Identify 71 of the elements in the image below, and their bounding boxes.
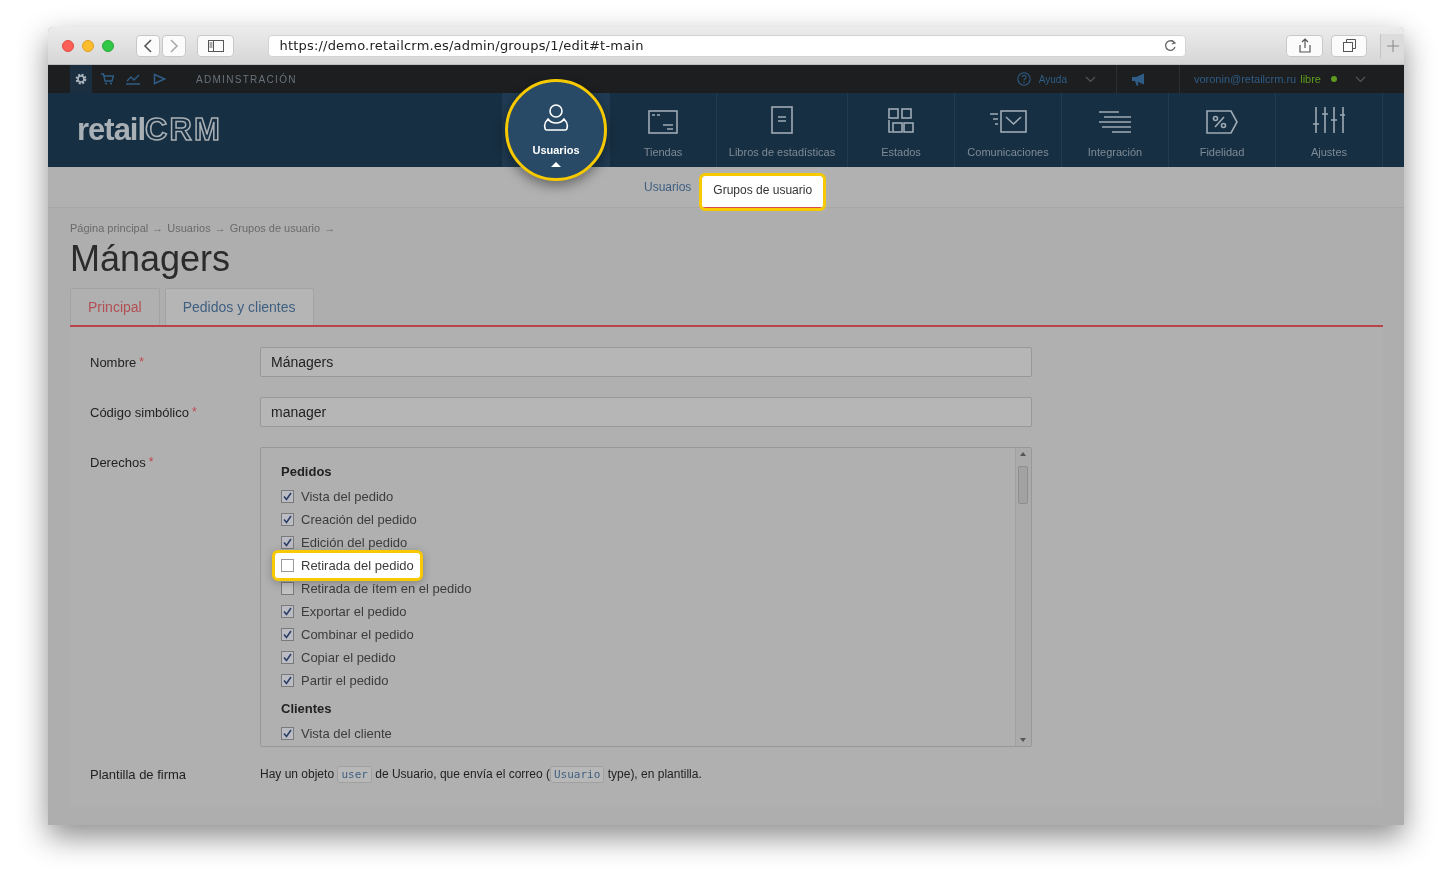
required-mark: * xyxy=(139,355,144,369)
highlighted-option[interactable]: Retirada del pedido xyxy=(272,550,423,581)
discount-tag-icon xyxy=(1206,110,1238,134)
envelope-icon xyxy=(989,110,1027,134)
settings-icon[interactable] xyxy=(70,65,92,93)
checkbox-option[interactable]: Vista del cliente xyxy=(281,722,392,745)
lines-icon xyxy=(1098,110,1132,134)
breadcrumb-separator: → xyxy=(214,222,226,234)
help-icon[interactable] xyxy=(1016,72,1031,86)
tab[interactable]: Pedidos y clientes xyxy=(164,288,314,325)
address-bar[interactable]: https://demo.retailcrm.es/admin/groups/1/edit#t-main xyxy=(268,34,1187,57)
sidebar-icon xyxy=(207,39,224,52)
plan-label: libre xyxy=(1300,73,1321,85)
chevron-down-icon[interactable] xyxy=(1355,75,1366,83)
field-label: Nombre xyxy=(90,355,137,370)
checkbox-option[interactable]: Creación del pedido xyxy=(281,508,417,531)
tabs-icon xyxy=(1342,39,1356,52)
input-field[interactable]: manager xyxy=(260,397,1032,427)
share-icon xyxy=(1298,38,1311,53)
scrollbar[interactable] xyxy=(1015,448,1031,746)
new-tab-button[interactable] xyxy=(1380,33,1404,58)
checkbox-option[interactable]: Combinar el pedido xyxy=(281,623,414,646)
chevron-left-icon xyxy=(143,38,153,53)
checkbox[interactable] xyxy=(281,628,294,641)
chevron-right-icon xyxy=(169,38,179,53)
field-label: Derechos xyxy=(90,455,146,470)
checkbox[interactable] xyxy=(281,727,294,740)
chevron-down-icon[interactable] xyxy=(1084,75,1096,83)
help-text: Hay un objeto user de Usuario, que envía el correo ( Usuario type), en plantilla. xyxy=(260,767,702,782)
page-title: Mánagers xyxy=(70,238,232,281)
breadcrumb-separator: → xyxy=(324,222,336,234)
section-title: ADMINSTRACIÓN xyxy=(196,73,297,85)
checkbox-option[interactable]: Copiar el pedido xyxy=(281,646,396,669)
megaphone-icon[interactable] xyxy=(1130,72,1147,86)
close-button[interactable] xyxy=(62,39,74,52)
minimize-button[interactable] xyxy=(82,39,94,52)
checkbox[interactable] xyxy=(281,490,294,503)
checkbox[interactable] xyxy=(281,674,294,687)
grid-icon xyxy=(888,108,914,134)
group-heading: Pedidos xyxy=(281,464,333,481)
checkbox[interactable] xyxy=(281,582,294,595)
window-icon xyxy=(648,110,678,134)
checkbox[interactable] xyxy=(281,513,294,526)
field-label: Plantilla de firma xyxy=(90,767,187,782)
document-icon xyxy=(771,106,793,134)
checkbox-option[interactable]: Exportar el pedido xyxy=(281,600,407,623)
reload-icon[interactable] xyxy=(1164,39,1178,52)
logo[interactable]: retailCRM xyxy=(48,93,502,167)
sidebar-button[interactable] xyxy=(197,34,235,57)
checkbox[interactable] xyxy=(281,559,294,572)
checkbox[interactable] xyxy=(281,605,294,618)
checkbox[interactable] xyxy=(281,536,294,549)
status-dot xyxy=(1331,76,1337,82)
person-icon xyxy=(543,102,569,132)
required-mark: * xyxy=(192,405,197,419)
subnav-link[interactable]: Usuarios xyxy=(644,171,692,203)
plus-icon xyxy=(1386,39,1399,52)
share-button[interactable] xyxy=(1286,34,1323,57)
breadcrumb-separator: → xyxy=(152,222,164,234)
required-mark: * xyxy=(148,455,154,469)
tabs-button[interactable] xyxy=(1330,34,1368,57)
subnav-link[interactable]: Grupos de usuario xyxy=(699,173,827,211)
field-label: Código simbólico xyxy=(90,405,189,420)
group-heading: Clientes xyxy=(281,701,333,718)
checkbox-option[interactable]: Partir el pedido xyxy=(281,669,389,692)
zoom-button[interactable] xyxy=(102,39,114,52)
back-button[interactable] xyxy=(136,34,160,57)
checkbox[interactable] xyxy=(281,651,294,664)
input-field[interactable]: Mánagers xyxy=(260,347,1032,377)
sliders-icon xyxy=(1313,106,1345,134)
checkbox-option[interactable]: Vista del pedido xyxy=(281,485,394,508)
